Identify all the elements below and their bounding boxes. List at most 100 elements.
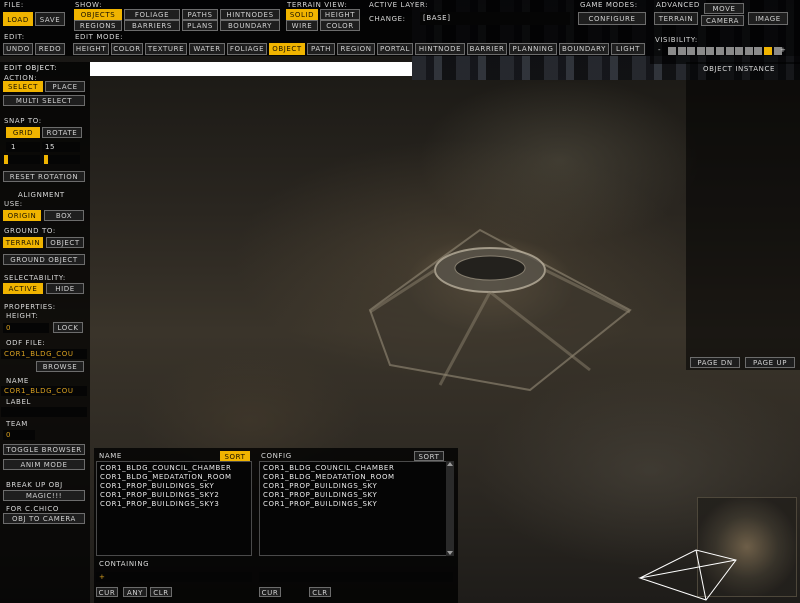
name-sort-button[interactable]: Sort [220,451,250,461]
config-list-scrollbar[interactable] [446,461,454,556]
grid-slider-knob[interactable] [4,155,8,164]
browse-button[interactable]: Browse [36,361,84,372]
show-paths-toggle[interactable]: Paths [182,9,218,20]
load-button[interactable]: Load [3,12,33,26]
name-list[interactable]: Cor1_bldg_Council_Chamber cor1_bldg_Meda… [96,461,252,556]
toggle-browser-button[interactable]: Toggle Browser [3,444,85,455]
config-list-item[interactable]: cor1_prop_buildings_sky [263,482,377,490]
name-clr-button[interactable]: Clr [150,587,172,597]
lock-button[interactable]: Lock [53,322,83,333]
active-layer-select[interactable]: [Base] [420,12,570,25]
name-list-item[interactable]: cor1_prop_buildings_sky2 [100,491,219,499]
magic-button[interactable]: Magic!!! [3,490,85,501]
visibility-minus-button[interactable]: - [658,46,661,54]
mode-light-button[interactable]: Light [611,43,645,55]
page-up-button[interactable]: Page Up [745,357,795,368]
scroll-up-arrow-icon[interactable] [447,462,453,466]
camera-button[interactable]: Camera [701,15,744,26]
show-hintnodes-toggle[interactable]: HintNodes [220,9,280,20]
grid-value-field[interactable]: 1 [6,142,40,152]
selectability-active-button[interactable]: Active [3,283,43,294]
terrain-button[interactable]: Terrain [654,12,698,25]
config-list[interactable]: Cor1_bldg_Council_Chamber Cor1_bldg_Meda… [259,461,447,556]
save-button[interactable]: Save [35,12,65,26]
terrain-solid-button[interactable]: Solid [286,9,318,20]
visibility-step[interactable] [677,47,686,55]
visibility-step[interactable] [735,47,744,55]
mode-height-button[interactable]: Height [73,43,109,55]
config-filter-field[interactable] [259,572,453,582]
multi-select-button[interactable]: Multi Select [3,95,85,106]
ground-object-toggle[interactable]: Object [46,237,84,248]
mode-portal-button[interactable]: Portal [377,43,413,55]
mode-texture-button[interactable]: Texture [145,43,187,55]
name-list-item[interactable]: cor1_prop_buildings_sky [100,482,214,490]
odf-file-field[interactable]: Cor1_bldg_Cou [1,349,87,359]
visibility-step[interactable] [764,47,772,55]
select-button[interactable]: Select [3,81,43,92]
visibility-step[interactable] [706,47,715,55]
name-cur-button[interactable]: Cur [96,587,118,597]
visibility-plus-button[interactable]: + [780,46,786,54]
mode-barrier-button[interactable]: Barrier [467,43,507,55]
snap-grid-button[interactable]: Grid [6,127,40,138]
scroll-down-arrow-icon[interactable] [447,551,453,555]
name-any-button[interactable]: Any [123,587,147,597]
grid-slider[interactable] [4,155,40,164]
configure-button[interactable]: Configure [578,12,646,25]
mode-foliage-button[interactable]: Foliage [227,43,267,55]
visibility-step[interactable] [668,47,676,55]
team-field[interactable]: 0 [3,430,35,440]
redo-button[interactable]: Redo [35,43,65,55]
move-button[interactable]: Move [704,3,744,14]
config-list-item[interactable]: Cor1_bldg_Medatation_Room [263,473,395,481]
show-boundary-toggle[interactable]: Boundary [220,20,280,31]
reset-rotation-button[interactable]: Reset Rotation [3,171,85,182]
image-button[interactable]: Image [748,12,788,25]
config-sort-button[interactable]: Sort [414,451,444,461]
config-list-item[interactable]: cor1_prop_buildings_sky [263,500,377,508]
show-plans-toggle[interactable]: Plans [182,20,218,31]
terrain-color-button[interactable]: Color [320,20,360,31]
selectability-hide-button[interactable]: Hide [46,283,84,294]
mode-boundary-button[interactable]: Boundary [559,43,609,55]
snap-rotate-button[interactable]: Rotate [42,127,82,138]
show-foliage-toggle[interactable]: Foliage [124,9,180,20]
containing-field[interactable]: + [96,572,252,582]
name-list-item[interactable]: cor1_prop_buildings_sky3 [100,500,219,508]
obj-to-camera-button[interactable]: Obj To Camera [3,513,85,524]
mode-color-button[interactable]: Color [111,43,143,55]
page-dn-button[interactable]: Page Dn [690,357,740,368]
ground-terrain-button[interactable]: Terrain [3,237,43,248]
visibility-step[interactable] [754,47,763,55]
anim-mode-button[interactable]: Anim Mode [3,459,85,470]
config-cur-button[interactable]: Cur [259,587,281,597]
visibility-step[interactable] [716,47,724,55]
place-button[interactable]: Place [45,81,85,92]
visibility-step[interactable] [687,47,696,55]
visibility-step[interactable] [744,47,753,55]
name-field[interactable]: Cor1_bldg_Cou [1,386,87,396]
terrain-height-button[interactable]: Height [320,9,360,20]
name-list-item[interactable]: Cor1_bldg_Council_Chamber [100,464,231,472]
show-objects-toggle[interactable]: Objects [74,9,122,20]
mode-planning-button[interactable]: Planning [509,43,557,55]
visibility-step[interactable] [725,47,734,55]
use-box-button[interactable]: Box [44,210,84,221]
height-field[interactable]: 0 [3,323,49,333]
mode-hintnode-button[interactable]: HintNode [415,43,465,55]
rotate-slider-knob[interactable] [44,155,48,164]
undo-button[interactable]: Undo [3,43,33,55]
mode-path-button[interactable]: Path [307,43,335,55]
terrain-wire-button[interactable]: Wire [286,20,318,31]
rotate-value-field[interactable]: 15 [42,142,80,152]
rotate-slider[interactable] [44,155,80,164]
mode-object-button[interactable]: Object [269,43,305,55]
config-list-item[interactable]: Cor1_bldg_Council_Chamber [263,464,394,472]
mode-water-button[interactable]: Water [189,43,225,55]
show-regions-toggle[interactable]: Regions [74,20,122,31]
config-clr-button[interactable]: Clr [309,587,331,597]
mode-region-button[interactable]: Region [337,43,375,55]
ground-object-button[interactable]: Ground Object [3,254,85,265]
label-field[interactable] [1,407,87,417]
